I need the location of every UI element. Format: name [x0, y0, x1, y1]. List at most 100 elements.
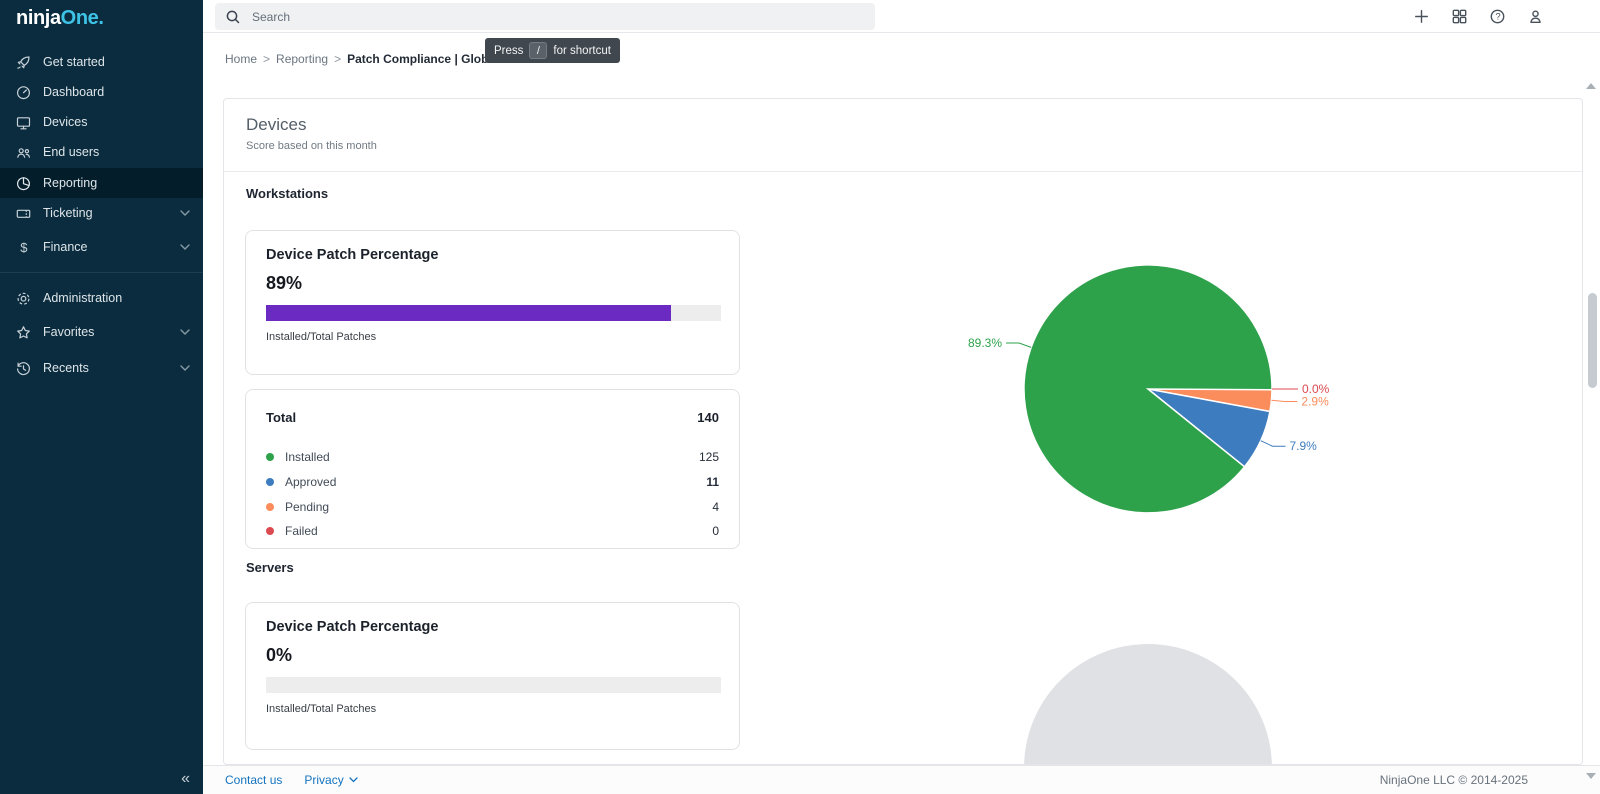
- breadcrumb-reporting[interactable]: Reporting: [276, 52, 328, 66]
- page-title: Devices: [246, 115, 306, 135]
- breadcrumb-separator: >: [328, 52, 347, 66]
- servers-patch-percentage-card: Device Patch Percentage 0% Installed/Tot…: [245, 602, 740, 750]
- sidebar-item-devices[interactable]: Devices: [0, 107, 203, 137]
- footer-links: Contact us Privacy: [225, 766, 358, 794]
- users-icon: [15, 144, 32, 161]
- card-caption: Installed/Total Patches: [266, 331, 376, 343]
- sidebar-item-dashboard[interactable]: Dashboard: [0, 77, 203, 107]
- patch-percentage-value: 0%: [266, 645, 292, 666]
- table-row: Installed 125: [266, 450, 719, 464]
- row-value: 125: [699, 450, 719, 464]
- breadcrumb-current: Patch Compliance | Global: [347, 52, 498, 66]
- sidebar-collapse-button[interactable]: «: [181, 770, 190, 788]
- help-icon[interactable]: ?: [1489, 8, 1506, 25]
- pie-chart-icon: [15, 175, 32, 192]
- sidebar-item-label: Ticketing: [43, 206, 93, 220]
- svg-text:89.3%: 89.3%: [968, 336, 1002, 350]
- header-divider: [224, 171, 1583, 172]
- sidebar-item-label: Reporting: [43, 176, 97, 190]
- status-dot: [266, 478, 274, 486]
- sidebar-item-recents[interactable]: Recents: [0, 353, 203, 383]
- tooltip-text: for shortcut: [553, 45, 611, 57]
- tooltip-text: Press: [494, 45, 523, 57]
- monitor-icon: [15, 114, 32, 131]
- search-shortcut-tooltip: Press / for shortcut: [485, 38, 620, 63]
- search-icon: [225, 9, 241, 25]
- breadcrumb: Home > Reporting > Patch Compliance | Gl…: [225, 52, 498, 66]
- status-dot: [266, 527, 274, 535]
- report-card: Devices Score based on this month Workst…: [223, 98, 1583, 765]
- sidebar-item-ticketing[interactable]: Ticketing: [0, 198, 203, 228]
- ticket-icon: [15, 205, 32, 222]
- topbar: ?: [203, 0, 1600, 33]
- patch-progress-bar: [266, 677, 721, 693]
- breadcrumb-home[interactable]: Home: [225, 52, 257, 66]
- scrollbar-down-arrow[interactable]: [1586, 773, 1596, 779]
- sidebar-divider: [0, 272, 203, 273]
- page-subtitle: Score based on this month: [246, 140, 377, 152]
- card-caption: Installed/Total Patches: [266, 703, 376, 715]
- privacy-link[interactable]: Privacy: [304, 773, 357, 787]
- search-input[interactable]: [250, 9, 814, 25]
- row-label: Installed: [285, 450, 699, 464]
- scrollbar-thumb[interactable]: [1588, 293, 1597, 388]
- topbar-icons: ?: [1413, 0, 1544, 33]
- sidebar-item-get-started[interactable]: Get started: [0, 47, 203, 77]
- sidebar-item-label: Administration: [43, 291, 122, 305]
- contact-us-link[interactable]: Contact us: [225, 773, 282, 787]
- table-row: Approved 11: [266, 475, 719, 489]
- link-label: Privacy: [304, 773, 343, 787]
- svg-text:$: $: [20, 240, 28, 255]
- sidebar-item-end-users[interactable]: End users: [0, 137, 203, 167]
- servers-heading: Servers: [246, 560, 294, 575]
- apps-grid-icon[interactable]: [1451, 8, 1468, 25]
- svg-text:?: ?: [1495, 12, 1500, 23]
- global-search[interactable]: [215, 3, 875, 30]
- plus-icon[interactable]: [1413, 8, 1430, 25]
- gear-icon: [15, 290, 32, 307]
- user-icon[interactable]: [1527, 8, 1544, 25]
- sidebar-item-finance[interactable]: $ Finance: [0, 232, 203, 262]
- workstations-patch-percentage-card: Device Patch Percentage 89% Installed/To…: [245, 230, 740, 375]
- sidebar-item-label: Get started: [43, 55, 105, 69]
- workstations-heading: Workstations: [246, 186, 328, 201]
- slash-key-badge: /: [529, 42, 547, 59]
- row-label: Failed: [285, 524, 712, 538]
- patch-percentage-value: 89%: [266, 273, 302, 294]
- logo-text-accent: One.: [61, 7, 104, 29]
- sidebar: ninjaOne. Get started Dashboard Devices …: [0, 0, 203, 794]
- workstations-totals-card: Total 140 Installed 125 Approved 11 Pend…: [245, 389, 740, 549]
- scrollbar-up-arrow[interactable]: [1586, 83, 1596, 89]
- sidebar-item-favorites[interactable]: Favorites: [0, 317, 203, 347]
- totals-title: Total: [266, 410, 296, 425]
- chevron-down-icon: [180, 329, 190, 335]
- svg-text:7.9%: 7.9%: [1290, 439, 1318, 453]
- totals-value: 140: [697, 410, 719, 425]
- row-value: 4: [712, 500, 719, 514]
- servers-pie-chart: [1024, 644, 1274, 765]
- row-value: 0: [712, 524, 719, 538]
- table-row: Pending 4: [266, 500, 719, 514]
- sidebar-item-label: Devices: [43, 115, 87, 129]
- breadcrumb-separator: >: [257, 52, 276, 66]
- sidebar-item-label: Dashboard: [43, 85, 104, 99]
- card-title: Device Patch Percentage: [266, 619, 438, 635]
- status-dot: [266, 453, 274, 461]
- ninjaone-logo[interactable]: ninjaOne.: [16, 7, 104, 30]
- row-value: 11: [706, 475, 719, 489]
- chevron-down-icon: [180, 210, 190, 216]
- svg-text:2.9%: 2.9%: [1301, 395, 1329, 409]
- sidebar-item-label: Finance: [43, 240, 87, 254]
- workstations-pie-chart: 0.0%2.9%7.9%89.3%: [881, 251, 1381, 527]
- sidebar-item-label: Favorites: [43, 325, 94, 339]
- totals-header: Total 140: [266, 410, 719, 425]
- footer: Contact us Privacy NinjaOne LLC © 2014-2…: [203, 765, 1600, 794]
- patch-progress-fill: [266, 305, 671, 321]
- sidebar-item-reporting[interactable]: Reporting: [0, 168, 203, 198]
- chevron-down-icon: [180, 244, 190, 250]
- table-row: Failed 0: [266, 524, 719, 538]
- card-title: Device Patch Percentage: [266, 247, 438, 263]
- sidebar-item-administration[interactable]: Administration: [0, 283, 203, 313]
- rocket-icon: [15, 54, 32, 71]
- row-label: Approved: [285, 475, 706, 489]
